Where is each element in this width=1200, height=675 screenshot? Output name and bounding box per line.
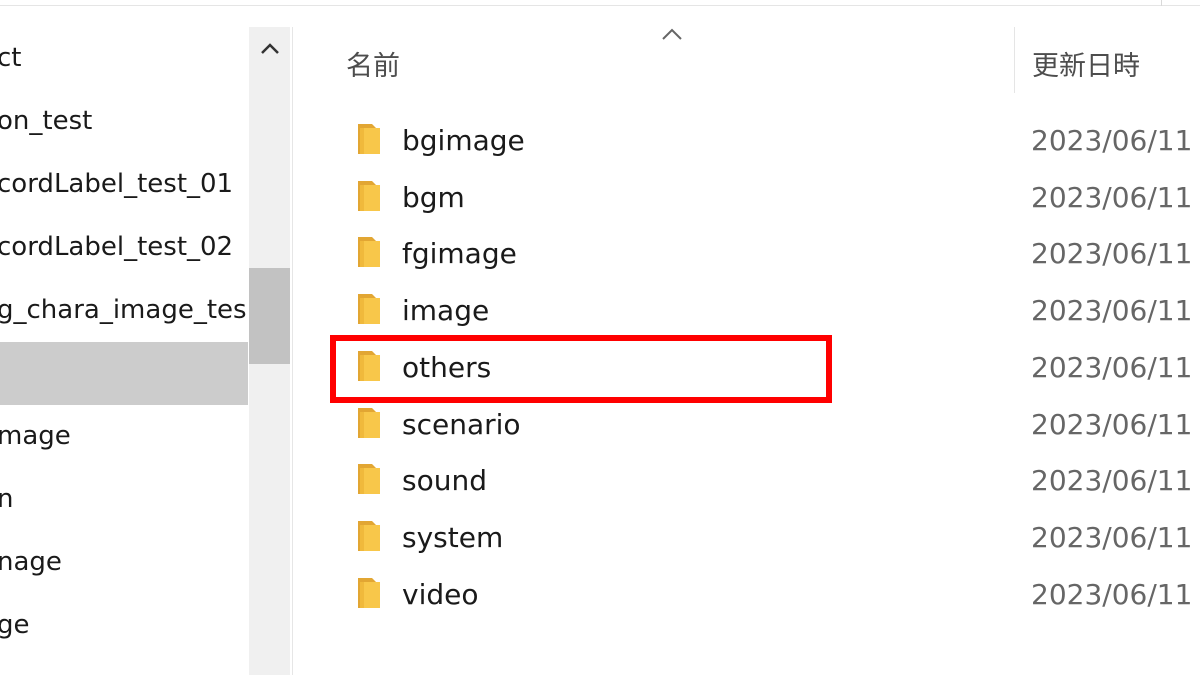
nav-item[interactable]: on_test [0,90,248,153]
folder-icon [358,407,380,438]
file-name: bgm [402,180,465,214]
file-row[interactable]: fgimage 2023/06/11 [340,227,1200,281]
file-modified-date: 2023/06/11 [1031,180,1193,214]
nav-item-label: n [0,484,14,514]
nav-item-label: ct [0,43,22,73]
file-modified-date: 2023/06/11 [1031,464,1193,498]
folder-icon [358,180,380,211]
navigation-pane: ct on_test cordLabel_test_01 cordLabel_t… [0,27,248,675]
column-header-name[interactable]: 名前 [346,44,400,83]
file-row[interactable]: others 2023/06/11 [340,341,1200,395]
file-row[interactable]: scenario 2023/06/11 [340,398,1200,452]
file-row[interactable]: sound 2023/06/11 [340,454,1200,508]
file-name: sound [402,464,487,498]
nav-item-label: on_test [0,106,93,136]
file-modified-date: 2023/06/11 [1031,520,1193,554]
file-row[interactable]: bgimage 2023/06/11 [340,114,1200,168]
file-row[interactable]: image 2023/06/11 [340,284,1200,338]
file-modified-date: 2023/06/11 [1031,237,1193,271]
nav-item-selected[interactable] [0,342,248,405]
nav-item[interactable]: mage [0,405,248,468]
scroll-thumb[interactable] [249,268,290,364]
file-name: system [402,520,504,554]
nav-item[interactable]: ge [0,594,248,657]
file-name: image [402,294,490,328]
file-name: bgimage [402,124,525,157]
column-header-date[interactable]: 更新日時 [1032,44,1140,83]
file-name: video [402,577,479,611]
file-name: others [402,350,492,384]
file-modified-date: 2023/06/11 [1031,124,1193,157]
nav-item-label: mage [0,421,71,451]
file-row[interactable]: bgm 2023/06/11 [340,171,1200,225]
file-modified-date: 2023/06/11 [1031,350,1193,384]
file-explorer-window: ct on_test cordLabel_test_01 cordLabel_t… [0,0,1200,675]
nav-item[interactable]: n [0,468,248,531]
file-row[interactable]: system 2023/06/11 [340,511,1200,565]
folder-icon [358,124,380,154]
sort-ascending-icon [662,28,682,40]
file-name: scenario [402,407,521,441]
folder-icon [358,577,380,608]
file-modified-date: 2023/06/11 [1031,577,1193,611]
nav-item-label: cordLabel_test_01 [0,169,234,199]
nav-item[interactable]: g_chara_image_tes [0,279,248,342]
file-modified-date: 2023/06/11 [1031,407,1193,441]
nav-item[interactable]: ct [0,27,248,90]
folder-icon [358,520,380,551]
folder-icon [358,237,380,268]
pane-divider [292,27,293,675]
scroll-up-button[interactable] [249,27,290,71]
top-border [0,0,1200,6]
folder-icon [358,350,380,381]
nav-item-label: g_chara_image_tes [0,295,247,325]
nav-item-label: nage [0,547,62,577]
file-row[interactable]: video 2023/06/11 [340,568,1200,622]
folder-icon [358,464,380,495]
nav-item-label: cordLabel_test_02 [0,232,234,262]
file-modified-date: 2023/06/11 [1031,294,1193,328]
nav-item-label: ge [0,610,30,640]
top-divider-tick [1161,0,1162,6]
folder-icon [358,294,380,325]
column-separator[interactable] [1014,27,1015,93]
nav-item[interactable]: nage [0,531,248,594]
nav-scrollbar[interactable] [249,27,290,675]
file-name: fgimage [402,237,517,271]
nav-item[interactable]: cordLabel_test_01 [0,153,248,216]
nav-item[interactable]: cordLabel_test_02 [0,216,248,279]
chevron-up-icon [260,43,279,54]
